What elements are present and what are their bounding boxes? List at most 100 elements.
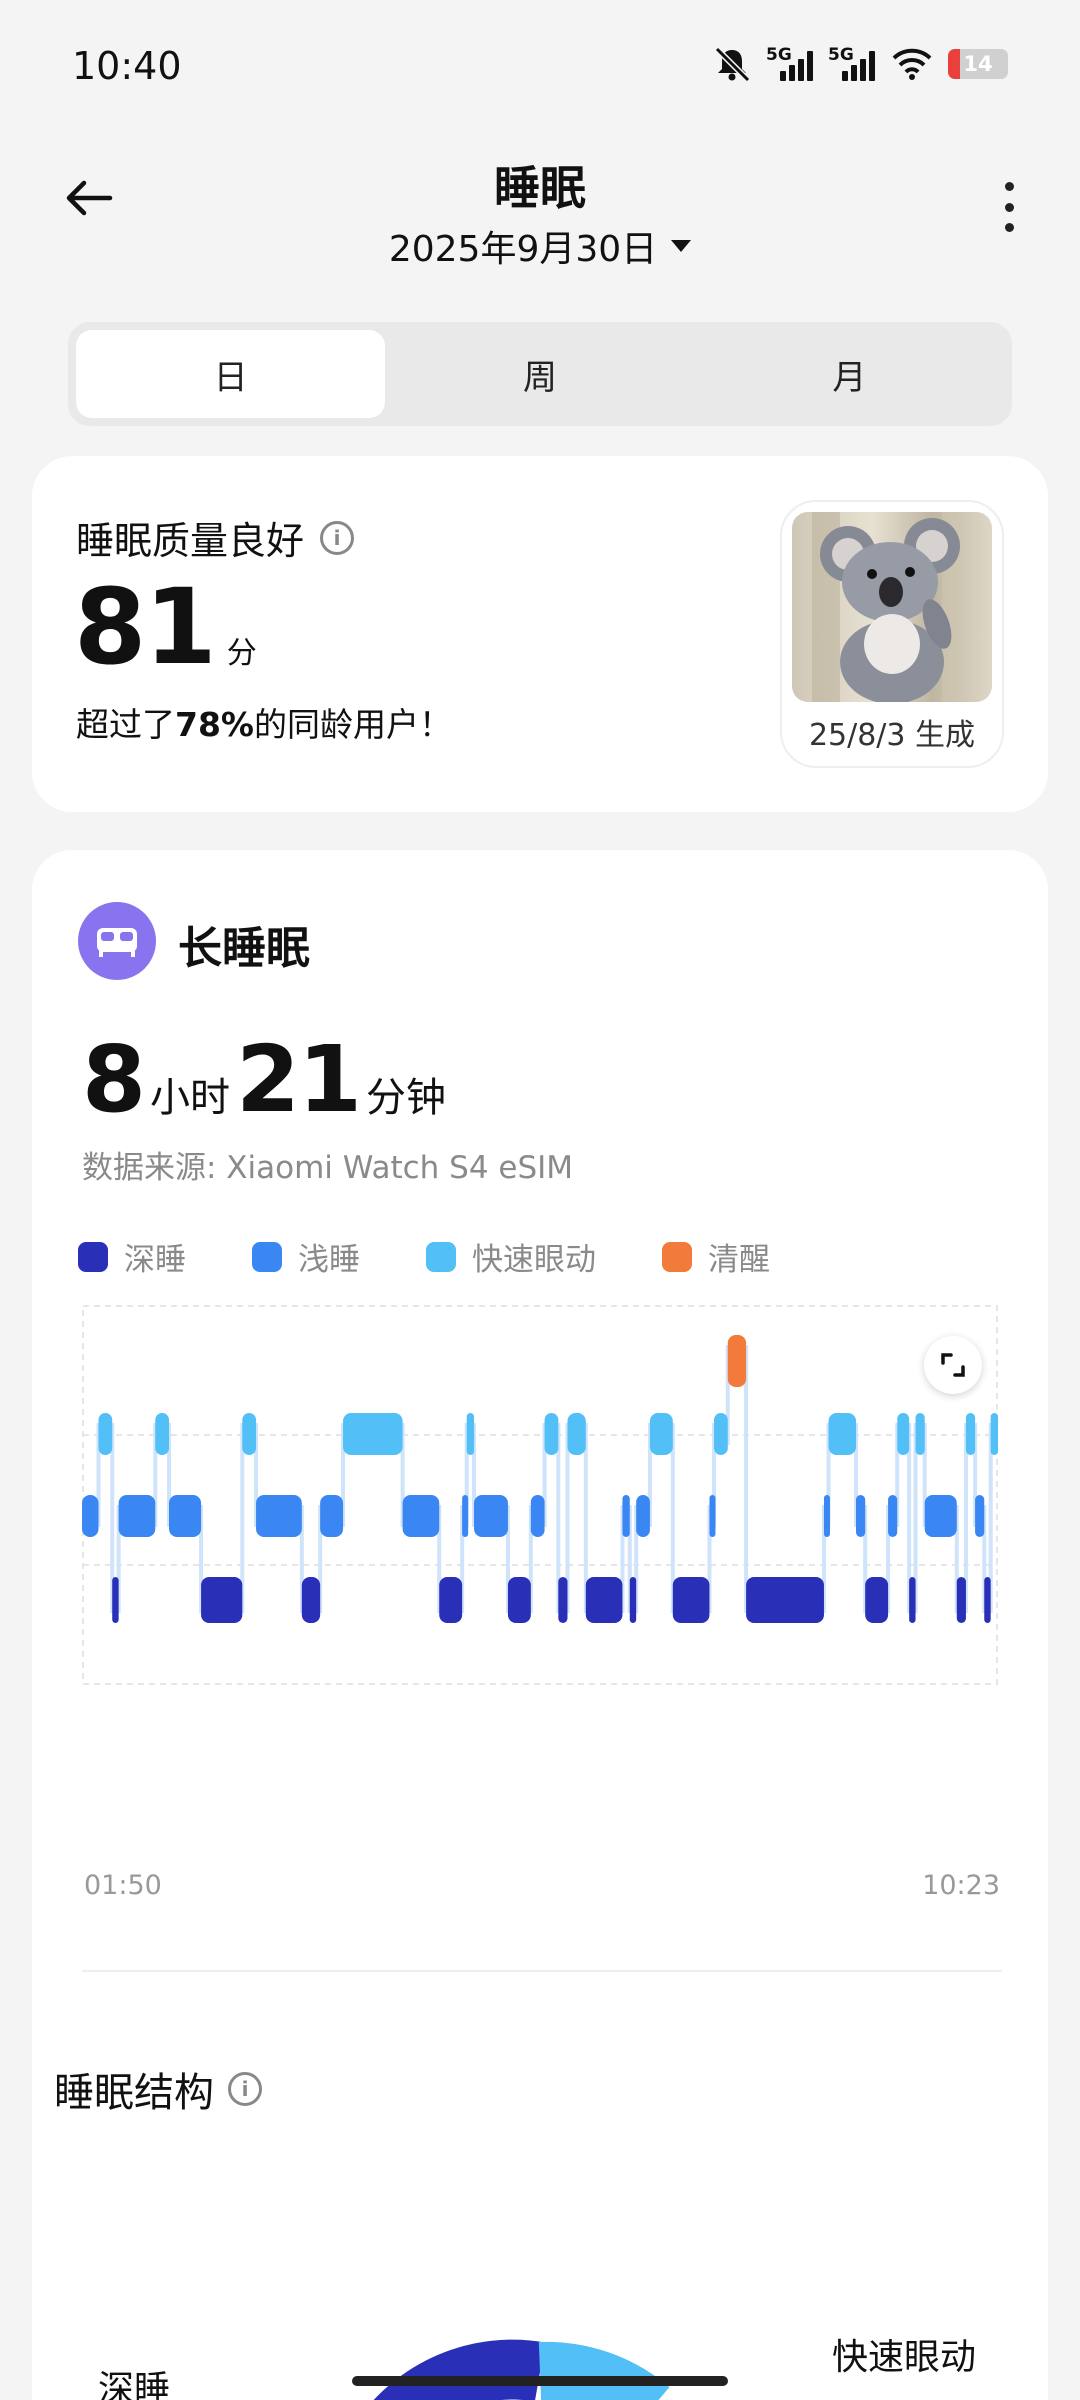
mute-icon [714,46,751,83]
legend-deep: 深睡 [78,1234,186,1279]
segment-rem [965,1413,976,1455]
chart-start-time: 01:50 [84,1870,162,1901]
segment-rem [897,1413,910,1455]
legend-light: 浅睡 [252,1234,360,1279]
segment-rem [466,1413,475,1455]
caret-down-icon [671,240,692,252]
segment-light [924,1495,957,1537]
segment-light [975,1495,985,1537]
legend-rem: 快速眼动 [426,1234,596,1279]
segment-rem [343,1413,403,1455]
home-indicator[interactable] [352,2376,728,2386]
duration-minutes: 21 [236,1026,362,1133]
date-label: 2025年9月30日 [388,229,658,270]
segment-deep [956,1577,966,1623]
sleep-avatar-card[interactable]: 25/8/3 生成 [780,500,1004,768]
signal-icon: 5G [828,45,876,83]
segment-light [462,1495,469,1537]
segment-deep [439,1577,463,1623]
sleep-quality-card[interactable]: 睡眠质量良好 i 81 分 超过了78%的同龄用户！ 25/8/3 生成 [32,456,1048,812]
segment-rem [714,1413,728,1455]
info-icon[interactable]: i [320,520,355,555]
segment-rem [98,1413,113,1455]
legend-light-swatch [252,1241,282,1272]
segment-rem [649,1413,673,1455]
signal-icon: 5G [766,45,814,83]
sleep-score: 81 分 [74,566,257,688]
sleep-structure-donut [373,2339,670,2400]
segment-deep [507,1577,531,1623]
legend-awake: 清醒 [662,1234,770,1279]
segment-light [256,1495,302,1537]
stage-legend: 深睡 浅睡 快速眼动 清醒 [78,1234,836,1279]
divider [82,1970,1002,1972]
koala-image [792,512,992,702]
segment-deep [112,1577,119,1623]
segment-light [709,1495,716,1537]
status-time: 10:40 [72,44,182,88]
duration-hours: 8 [82,1026,146,1133]
segment-light [118,1495,156,1537]
segment-light [82,1495,99,1537]
date-selector[interactable]: 2025年9月30日 [0,220,1080,272]
segment-light [856,1495,866,1537]
structure-label-deep: 深睡 [98,2369,171,2400]
data-source: 数据来源: Xiaomi Watch S4 eSIM [82,1150,574,1186]
legend-awake-swatch [662,1241,692,1272]
segment-light [474,1495,508,1537]
segment-awake [727,1335,747,1387]
sleep-type-title: 长睡眠 [178,923,310,974]
legend-rem-swatch [426,1241,456,1272]
legend-deep-swatch [78,1241,108,1272]
score-value: 81 [74,566,217,688]
segment-deep [585,1577,623,1623]
chart-end-time: 10:23 [922,1870,1000,1901]
sleep-duration: 8 小时 21 分钟 [82,1026,452,1133]
tab-day[interactable]: 日 [76,330,386,418]
tab-week[interactable]: 周 [385,330,694,418]
segment-rem [155,1413,170,1455]
segment-deep [984,1577,991,1623]
segment-rem [567,1413,586,1455]
segment-light [320,1495,344,1537]
segment-rem [990,1413,998,1455]
info-icon[interactable]: i [228,2072,262,2106]
more-options-icon[interactable] [994,182,1024,232]
stage-transition [744,1345,749,1613]
structure-label-rem: 快速眼动 [832,2337,977,2378]
segment-deep [301,1577,321,1623]
tab-month[interactable]: 月 [695,330,1004,418]
page-title: 睡眠 [494,161,586,215]
segment-light [636,1495,650,1537]
segment-rem [544,1413,559,1455]
segment-light [402,1495,440,1537]
segment-deep [865,1577,889,1623]
segment-deep [558,1577,568,1623]
battery-icon: 14 [948,49,1008,79]
status-icons: 5G 5G 14 [712,44,1008,84]
segment-rem [915,1413,925,1455]
sleep-stage-chart[interactable] [82,1305,998,1685]
segment-deep [629,1577,637,1623]
status-bar: 10:40 5G 5G 14 [0,0,1080,130]
wifi-icon [892,48,932,80]
hours-unit: 小时 [150,1075,231,1121]
compare-value: 78% [175,705,254,744]
segment-light [888,1495,898,1537]
expand-chart-icon[interactable] [924,1336,982,1394]
quality-label: 睡眠质量良好 [76,519,305,563]
segment-deep [672,1577,710,1623]
segment-light [530,1495,545,1537]
segment-rem [828,1413,857,1455]
avatar-generated-date: 25/8/3 生成 [808,718,976,753]
period-tabs: 日 周 月 [68,322,1012,426]
segment-rem [242,1413,257,1455]
segment-deep [746,1577,824,1623]
segment-light [169,1495,202,1537]
quality-label-row: 睡眠质量良好 i [76,510,355,565]
bed-icon [78,902,156,980]
sleep-structure-title: 睡眠结构 i [54,2060,262,2118]
segment-deep [201,1577,243,1623]
score-unit: 分 [226,636,257,671]
segment-light [823,1495,830,1537]
